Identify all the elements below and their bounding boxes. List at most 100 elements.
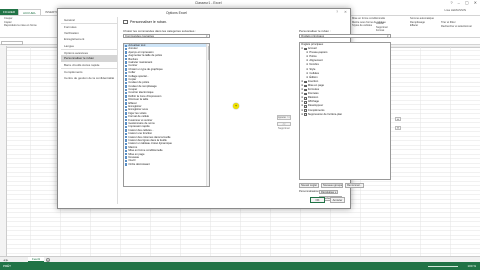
commands-list[interactable]: Actualiser tout Annuler Aperçu et impressi…	[123, 43, 210, 187]
tab-checkbox[interactable]: ✓	[304, 84, 307, 88]
move-up-button[interactable]: ▲	[395, 117, 401, 121]
rename-button[interactable]: Renommer...	[345, 183, 364, 188]
command-icon	[125, 81, 128, 85]
tab-checkbox[interactable]: ✓	[304, 97, 307, 100]
status-bar: PRÊT 100 %	[0, 262, 480, 270]
maximize-icon[interactable]: ▢	[465, 0, 469, 5]
command-icon	[125, 139, 128, 142]
command-icon	[125, 115, 128, 119]
format-cells-button[interactable]: Format	[376, 29, 388, 33]
category-nav: Général Formules Vérification Enregistremen…	[61, 17, 118, 204]
new-tab-button[interactable]: Nouvel onglet	[299, 183, 319, 188]
new-group-button[interactable]: Nouveau groupe	[321, 183, 343, 188]
command-icon	[125, 58, 128, 61]
command-icon	[125, 129, 128, 132]
command-icon	[125, 95, 128, 98]
command-icon	[125, 132, 128, 136]
ok-button[interactable]: OK	[310, 197, 325, 203]
format-painter-button[interactable]: Reproduire la mise en forme	[4, 24, 37, 28]
customize-ribbon-label: Personnaliser le ruban :	[299, 29, 331, 33]
command-icon	[125, 149, 128, 152]
tab-checkbox[interactable]: ✓	[304, 109, 307, 112]
command-icon	[125, 47, 128, 51]
command-icon	[125, 136, 128, 139]
command-icon	[125, 68, 128, 71]
cells-group: Insérer Supprimer Format	[376, 22, 388, 33]
command-icon	[125, 159, 128, 163]
choose-commands-select[interactable]: Commandes courantes ▼	[123, 34, 210, 38]
command-icon	[125, 75, 128, 78]
command-icon	[125, 105, 128, 108]
command-icon	[125, 153, 128, 156]
row-headers	[0, 46, 7, 256]
dialog-title-bar[interactable]: Options Excel ? ✕	[58, 9, 350, 17]
add-remove-buttons: Ajouter >> << Supprimer	[277, 115, 291, 130]
command-icon	[125, 98, 128, 102]
command-icon	[125, 51, 128, 54]
editing-group: Somme automatique Remplissage Effacer	[410, 17, 434, 28]
add-button[interactable]: Ajouter >>	[277, 115, 291, 120]
command-icon	[125, 122, 128, 125]
tab-checkbox[interactable]: ✓	[304, 105, 307, 108]
command-icon	[125, 78, 128, 81]
command-icon	[125, 102, 128, 105]
minimize-icon[interactable]: –	[458, 0, 460, 5]
choose-commands-label: Choisir les commandes dans les catégorie…	[123, 29, 197, 33]
command-icon	[125, 163, 128, 166]
tab-checkbox[interactable]: ✓	[304, 92, 307, 96]
command-icon	[125, 71, 128, 75]
cursor-highlight-icon: +	[233, 103, 239, 109]
customize-ribbon-panel: Personnaliser le ruban. Choisir les comm…	[121, 17, 401, 202]
tree-item[interactable]: ⊞ ✓ Suppression de l'arrière-plan	[300, 113, 390, 117]
tree-items: ⊟ ✓ Accueil ⊞ Presse-papiers ⊞ Police ⊞ Aligneme…	[300, 47, 390, 117]
command-icon	[125, 146, 128, 149]
status-ready: PRÊT	[3, 264, 12, 268]
window-controls: ? – ▢ ✕	[450, 0, 477, 5]
excel-options-dialog: Options Excel ? ✕ Général Formules Vérific…	[57, 8, 401, 209]
close-icon[interactable]: ✕	[474, 0, 477, 5]
dialog-help-icon[interactable]: ?	[336, 10, 338, 14]
zoom-level[interactable]: 100 %	[467, 264, 476, 268]
sort-find-group: Trier et filtrer Rechercher et sélection…	[441, 21, 472, 28]
customize-ribbon-value: Onglets principaux	[301, 34, 325, 38]
panel-heading: Personnaliser le ruban.	[123, 20, 167, 24]
ribbon-tabs-tree[interactable]: Onglets principaux ⊟ ✓ Accueil ⊞ Presse-papi…	[299, 42, 391, 180]
commands-scrollbar[interactable]	[206, 44, 209, 186]
dialog-close-icon[interactable]: ✕	[344, 10, 347, 14]
add-sheet-icon[interactable]: +	[46, 257, 50, 262]
tab-checkbox[interactable]: ✓	[304, 80, 307, 84]
expand-icon[interactable]: ⊟	[301, 47, 303, 51]
choose-commands-value: Commandes courantes	[125, 34, 154, 38]
command-icon	[125, 44, 128, 47]
tab-checkbox[interactable]: ✓	[304, 101, 307, 104]
sheet-nav-arrows-icon[interactable]: ◀ ▶	[3, 258, 8, 262]
find-select-button[interactable]: Rechercher et sélectionner	[441, 25, 472, 29]
command-item[interactable]: Ordre décroissant	[124, 163, 209, 166]
tab-checkbox[interactable]: ✓	[304, 113, 307, 116]
name-box[interactable]	[1, 40, 23, 45]
command-icon	[125, 54, 128, 58]
clipboard-group: Couper Copier Reproduire la mise en form…	[4, 17, 37, 28]
category-item[interactable]: Centre de gestion de la confidentialité	[61, 75, 117, 81]
commands-scroll-thumb[interactable]	[207, 46, 209, 60]
command-icon	[125, 112, 128, 115]
help-icon[interactable]: ?	[450, 0, 452, 5]
chevron-down-icon: ▼	[386, 35, 389, 38]
zoom-slider[interactable]	[428, 266, 458, 267]
command-icon	[125, 88, 128, 91]
dialog-title: Options Excel	[166, 10, 187, 15]
move-buttons: ▲ ▼	[395, 117, 401, 135]
chevron-down-icon: ▼	[205, 35, 208, 38]
cancel-button[interactable]: Annuler	[330, 197, 345, 203]
expand-icon[interactable]: ⊞	[301, 113, 303, 117]
remove-button[interactable]: << Supprimer	[277, 121, 291, 130]
command-icon	[125, 156, 128, 159]
move-down-button[interactable]: ▼	[395, 126, 401, 130]
customize-ribbon-select[interactable]: Onglets principaux ▼	[299, 34, 391, 38]
tab-checkbox[interactable]: ✓	[304, 47, 307, 51]
excel-title-bar: Classeur1 - Excel ? – ▢ ✕	[0, 0, 480, 6]
reset-button[interactable]: Réinitialiser ▾	[319, 189, 338, 194]
clear-button[interactable]: Effacer	[410, 24, 434, 28]
tab-checkbox[interactable]: ✓	[304, 88, 307, 92]
tree-item-label: Suppression de l'arrière-plan	[307, 112, 343, 116]
